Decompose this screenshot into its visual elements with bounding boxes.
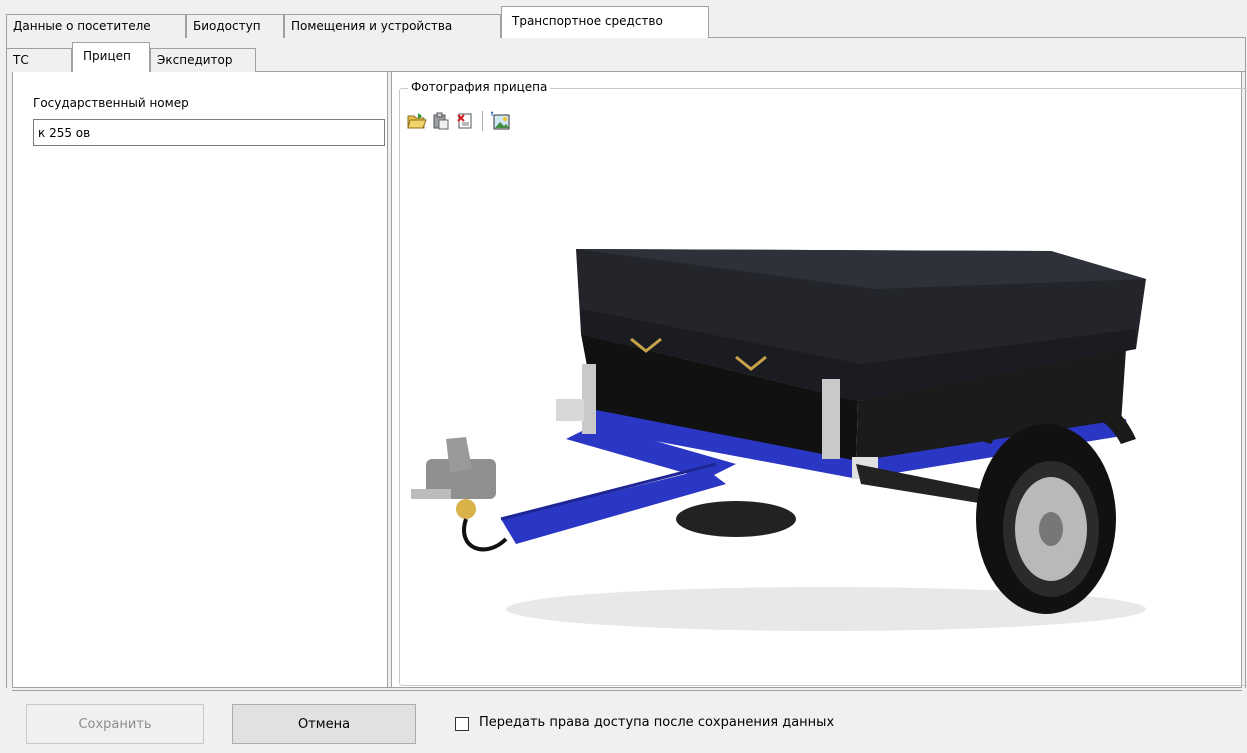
- main-tabbar: Данные о посетителе Биодоступ Помещения …: [6, 6, 1246, 38]
- clear-icon[interactable]: [454, 110, 476, 132]
- transfer-access-label[interactable]: Передать права доступа после сохранения …: [479, 715, 834, 730]
- pane-splitter[interactable]: [387, 72, 392, 687]
- photo-toolbar: [406, 107, 1246, 137]
- subtab-vehicle[interactable]: ТС: [6, 48, 72, 72]
- plate-number-label: Государственный номер: [33, 96, 189, 110]
- trailer-photo: [406, 139, 1148, 685]
- transfer-access-checkbox[interactable]: [455, 717, 469, 731]
- toolbar-separator: [482, 111, 483, 131]
- save-button[interactable]: Сохранить: [26, 704, 204, 744]
- tab-visitor-data[interactable]: Данные о посетителе: [6, 14, 186, 38]
- subtab-trailer[interactable]: Прицеп: [72, 42, 150, 72]
- footer-bar: Сохранить Отмена Передать права доступа …: [12, 690, 1242, 750]
- tab-bioaccess[interactable]: Биодоступ: [186, 14, 284, 38]
- tab-vehicle[interactable]: Транспортное средство: [501, 6, 709, 38]
- trailer-photo-group: Фотография прицепа: [399, 80, 1247, 686]
- photo-group-title: Фотография прицепа: [408, 80, 551, 94]
- vehicle-subtabbar: ТС Прицеп Экспедитор: [6, 42, 1246, 72]
- subtab-forwarder[interactable]: Экспедитор: [150, 48, 256, 72]
- trailer-image: [411, 249, 1146, 631]
- open-folder-icon[interactable]: [406, 110, 428, 132]
- trailer-details-pane: Государственный номер: [13, 72, 385, 687]
- plate-number-input[interactable]: [33, 119, 385, 146]
- cancel-button[interactable]: Отмена: [232, 704, 416, 744]
- tab-rooms-devices[interactable]: Помещения и устройства: [284, 14, 501, 38]
- paste-icon[interactable]: [430, 110, 452, 132]
- image-settings-icon[interactable]: [490, 110, 512, 132]
- trailer-panel: Государственный номер Фотография прицепа: [12, 72, 1247, 688]
